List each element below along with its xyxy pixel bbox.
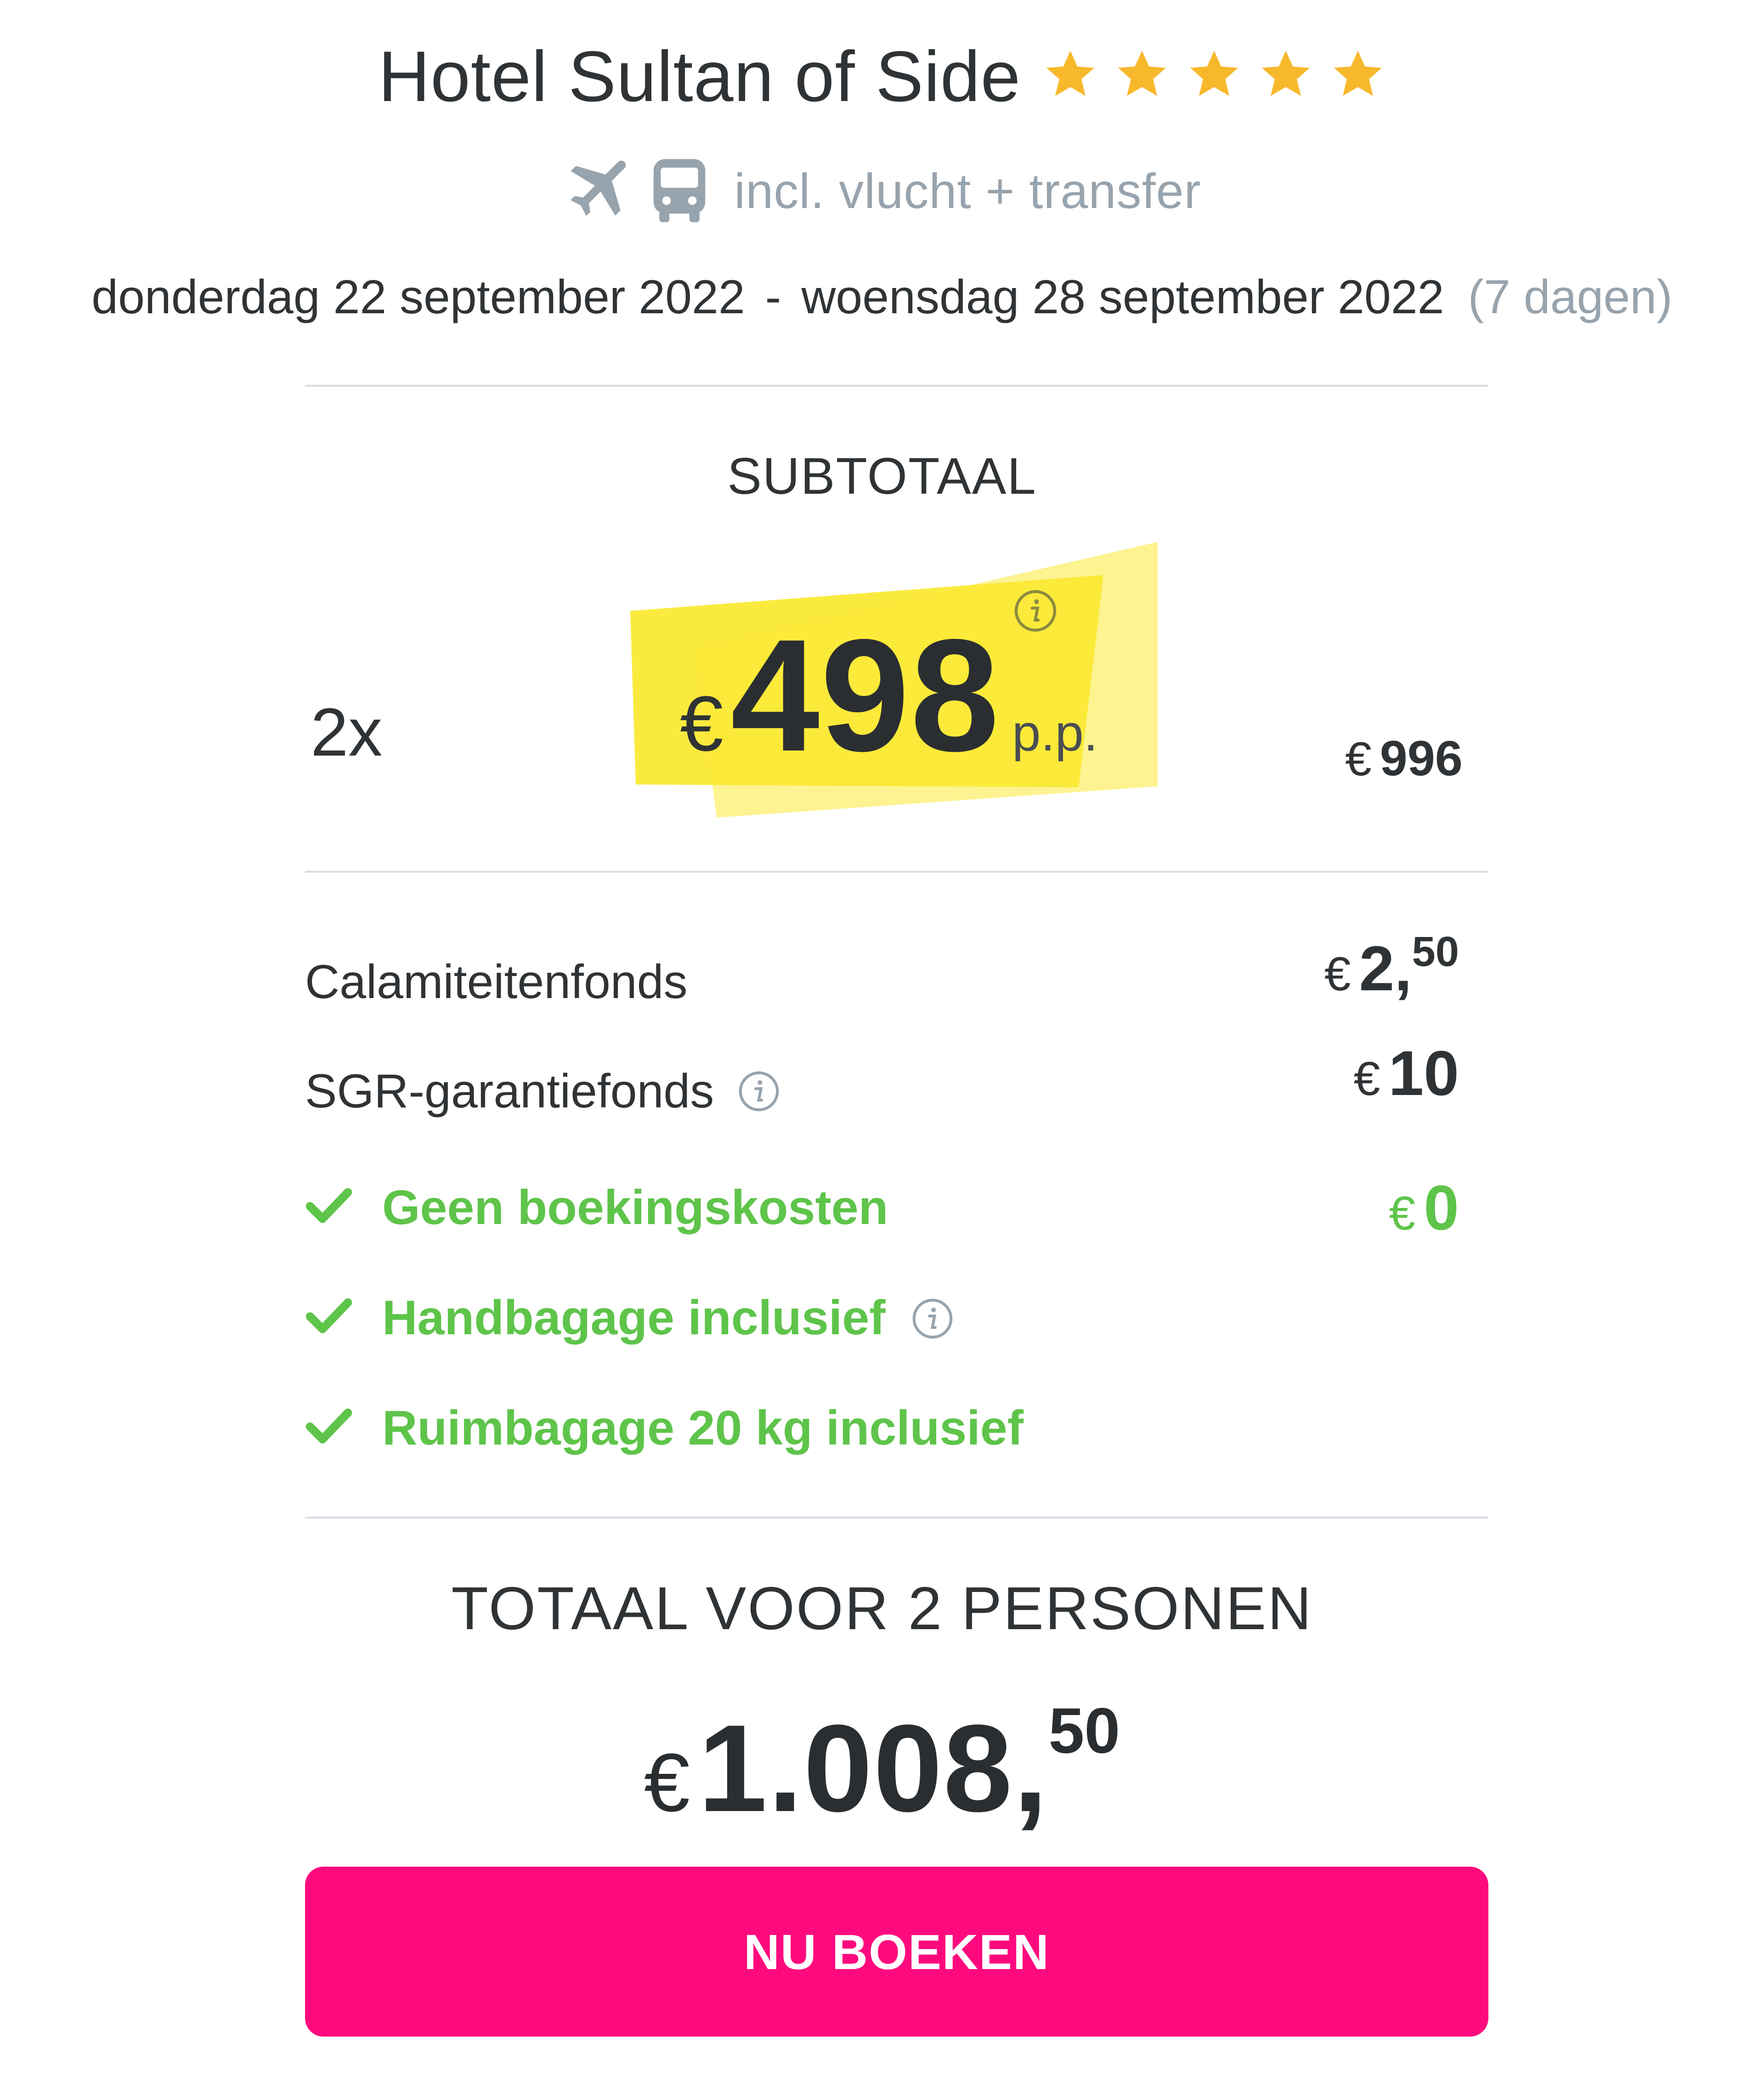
star-icon [1261, 50, 1310, 96]
fee-label: SGR-garantiefonds [305, 1067, 780, 1116]
trip-duration: (7 dagen) [1468, 271, 1673, 324]
end-date: woensdag 28 september 2022 [801, 271, 1444, 324]
info-icon[interactable] [911, 1298, 954, 1340]
star-icon [1046, 50, 1094, 96]
fee-amount: 10 [1388, 1038, 1459, 1109]
price-amount: 498 [730, 606, 1001, 785]
per-person-suffix: p.p. [1012, 704, 1098, 762]
check-icon [305, 1188, 352, 1223]
persons-count: 2x [311, 694, 383, 770]
star-icon [1118, 50, 1166, 96]
included-label: Handbagage inclusief [382, 1289, 954, 1347]
bus-icon [653, 159, 706, 222]
fee-row-sgr-garantiefonds: SGR-garantiefonds €10 [305, 1042, 1459, 1116]
hotel-title-row: Hotel Sultan of Side [0, 36, 1764, 118]
included-label: Ruimbagage 20 kg inclusief [382, 1401, 1024, 1455]
travel-dates: donderdag 22 september 2022- woensdag 28 … [0, 270, 1764, 325]
subtotal-total-value: 996 [1380, 730, 1463, 786]
included-label: Geen boekingskosten [382, 1180, 888, 1235]
divider [305, 385, 1488, 387]
check-icon [305, 1408, 352, 1444]
included-currency: € [1389, 1187, 1416, 1240]
included-amount: 0 [1424, 1173, 1459, 1243]
subtotal-total-currency: € [1345, 733, 1372, 786]
star-icon [1190, 50, 1238, 96]
fee-row-calamiteitenfonds: Calamiteitenfonds €2,50 [305, 931, 1459, 1009]
fee-value: €2,50 [1324, 931, 1459, 1001]
fee-amount: 2, [1359, 933, 1412, 1004]
fee-label-text: SGR-garantiefonds [305, 1065, 714, 1118]
included-item-booking-costs: Geen boekingskosten €0 [305, 1173, 1459, 1243]
fee-label: Calamiteitenfonds [305, 955, 688, 1009]
included-value: €0 [1389, 1170, 1459, 1247]
fee-cents: 50 [1412, 928, 1459, 975]
price-info-icon[interactable] [1013, 589, 1057, 633]
divider [305, 871, 1488, 873]
book-now-button[interactable]: NU BOEKEN [305, 1867, 1488, 2037]
subtotal-heading: SUBTOTAAL [727, 447, 1037, 505]
info-icon[interactable] [738, 1070, 780, 1112]
fee-value: €10 [1354, 1042, 1459, 1105]
included-item-hold-luggage: Ruimbagage 20 kg inclusief [305, 1399, 1459, 1463]
total-currency: € [644, 1737, 690, 1829]
divider [305, 1517, 1488, 1518]
included-label-text: Handbagage inclusief [382, 1291, 886, 1345]
total-value: 1.008, [698, 1699, 1049, 1838]
star-icon [1334, 50, 1382, 96]
total-heading: TOTAAL VOOR 2 PERSONEN [451, 1575, 1313, 1642]
transport-info: incl. vlucht + transfer [0, 156, 1764, 225]
total-price: €1.008,50 [0, 1699, 1764, 1831]
hotel-name: Hotel Sultan of Side [378, 37, 1021, 117]
total-cents: 50 [1048, 1694, 1120, 1767]
included-item-hand-luggage: Handbagage inclusief [305, 1289, 1459, 1353]
fee-currency: € [1324, 948, 1351, 1001]
start-date: donderdag 22 september 2022 [91, 271, 745, 324]
price-currency: € [680, 680, 724, 768]
fee-currency: € [1353, 1052, 1380, 1106]
check-icon [305, 1298, 352, 1333]
date-separator: - [765, 271, 781, 324]
subtotal-total: €996 [1345, 729, 1463, 787]
price-per-person: €498 p.p. [680, 615, 1098, 775]
transport-text: incl. vlucht + transfer [734, 163, 1201, 219]
star-rating [1042, 47, 1386, 102]
plane-icon [571, 160, 626, 216]
